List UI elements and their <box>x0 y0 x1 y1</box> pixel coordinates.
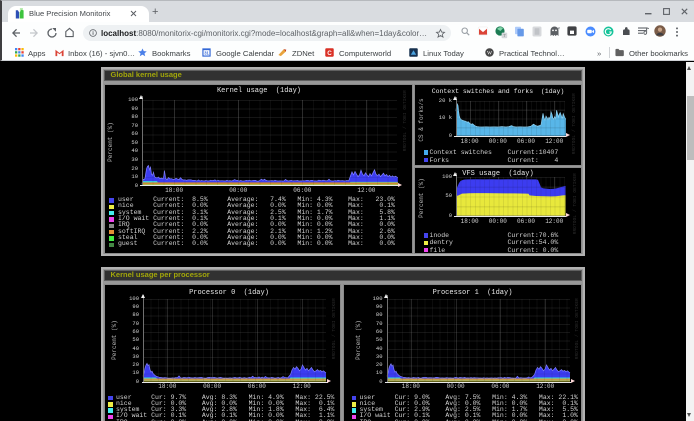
svg-text:C: C <box>327 50 332 57</box>
svg-text:31: 31 <box>204 50 209 55</box>
